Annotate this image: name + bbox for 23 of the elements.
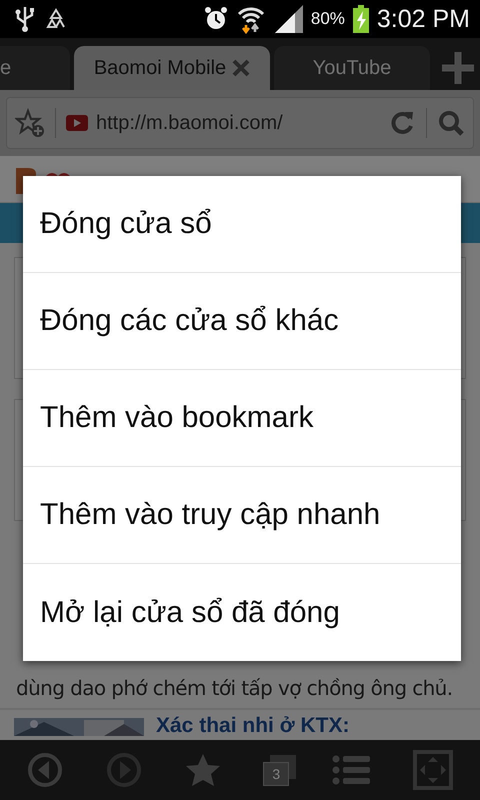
- fullscreen-icon[interactable]: [412, 750, 453, 790]
- article-text: dùng dao phớ chém tới tấp vợ chồng ông chủ.: [15, 676, 454, 702]
- star-icon[interactable]: [184, 752, 221, 788]
- article-headline[interactable]: Xác thai nhi ở KTX:: [156, 714, 350, 738]
- signal-icon: [272, 5, 303, 33]
- menu-item[interactable]: Mở lại cửa sổ đã đóng: [23, 564, 461, 661]
- video-site-icon: [66, 115, 88, 131]
- forward-icon[interactable]: [106, 752, 142, 788]
- usb-icon: [14, 5, 36, 33]
- menu-icon[interactable]: [332, 754, 370, 786]
- close-icon[interactable]: [232, 59, 250, 77]
- bookmark-add-icon[interactable]: [15, 108, 45, 138]
- menu-item[interactable]: Thêm vào bookmark: [23, 370, 461, 467]
- clock-time: 3:02 PM: [376, 4, 470, 34]
- search-icon[interactable]: [437, 109, 465, 137]
- battery-charging-icon: [352, 5, 369, 33]
- menu-item[interactable]: Đóng cửa sổ: [23, 176, 461, 273]
- browser-tab[interactable]: e: [0, 46, 70, 90]
- browser-tab[interactable]: YouTube: [274, 46, 430, 90]
- browser-tab[interactable]: Baomoi Mobile: [74, 46, 270, 90]
- menu-item[interactable]: Thêm vào truy cập nhanh: [23, 467, 461, 564]
- back-icon[interactable]: [27, 752, 64, 788]
- battery-percent: 80%: [310, 9, 345, 29]
